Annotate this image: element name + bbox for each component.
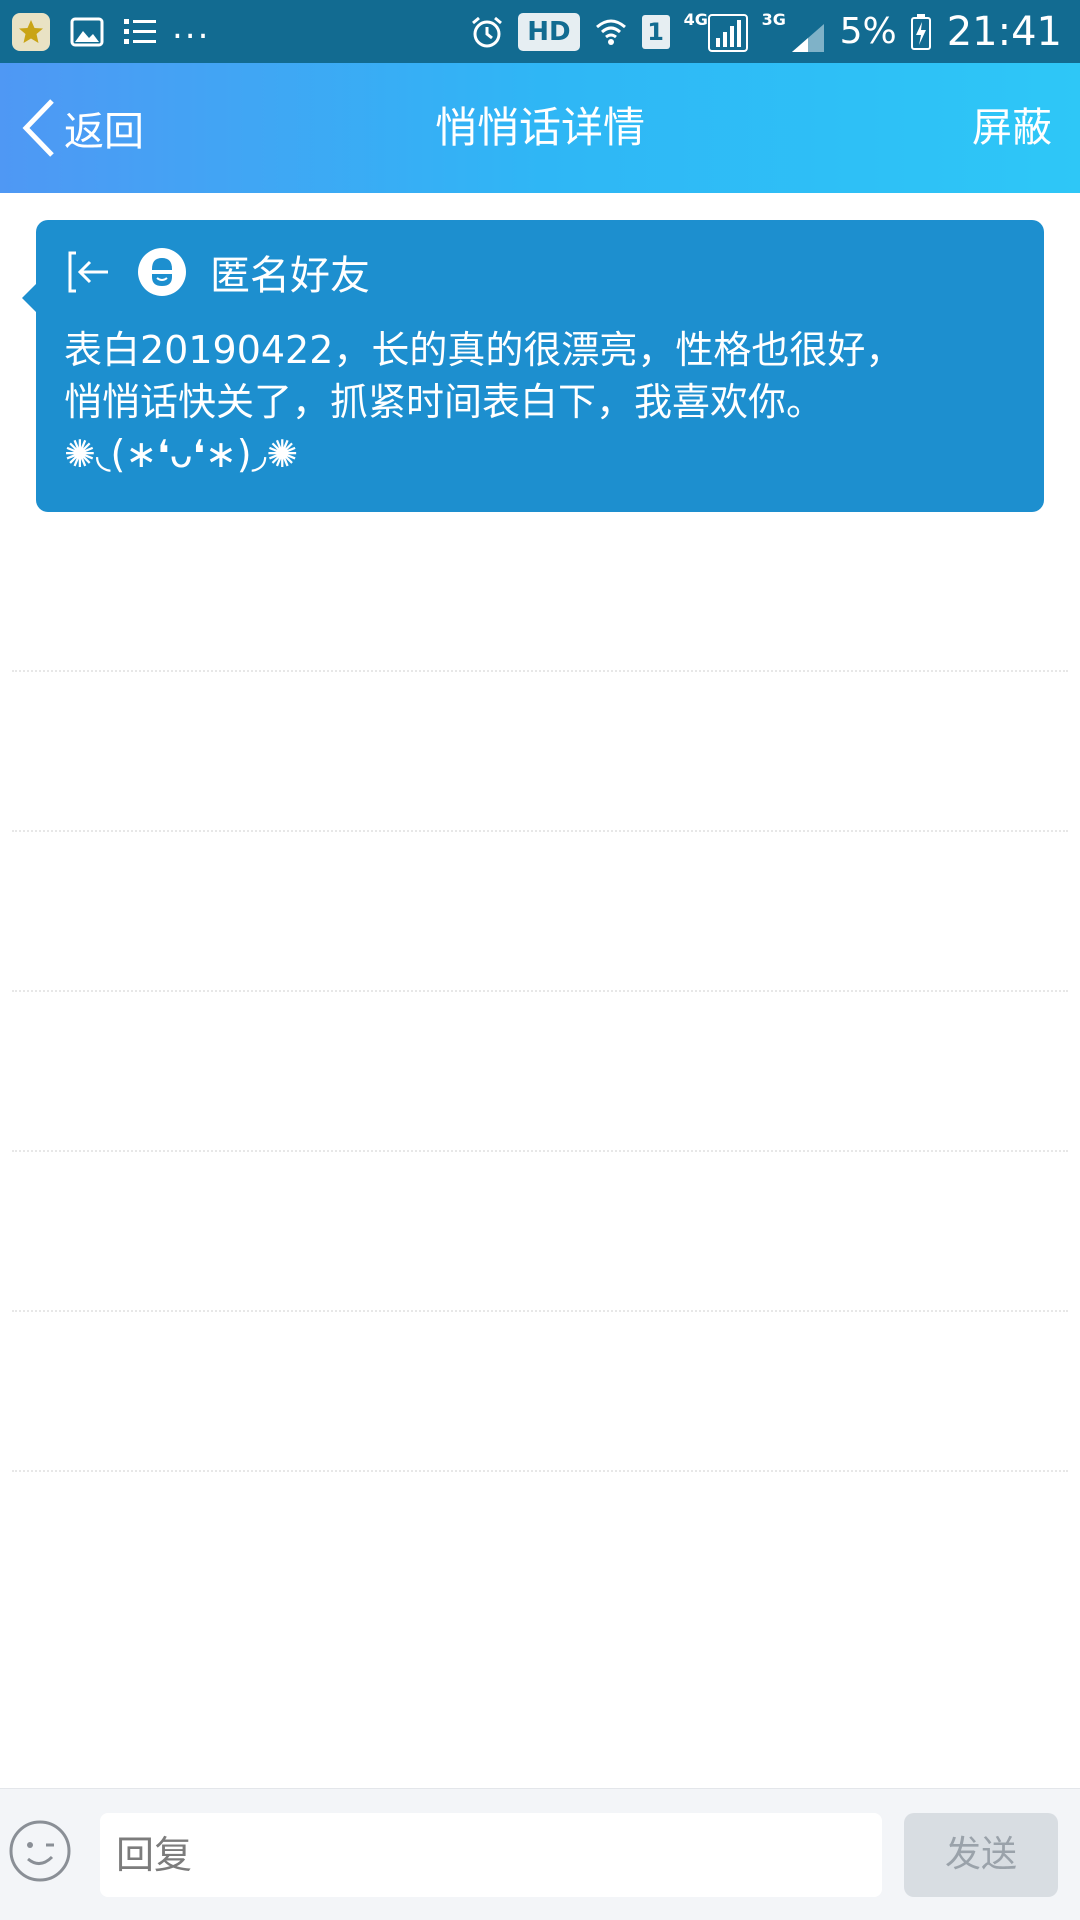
whisper-message-card: 匿名好友 表白20190422，长的真的很漂亮，性格也很好， 悄悄话快关了，抓紧… — [22, 220, 1044, 512]
clock: 21:41 — [946, 8, 1062, 55]
wifi-icon — [595, 19, 626, 45]
status-bar: ... HD 1 4G 3G 5% 21:41 — [0, 0, 1080, 63]
reply-input[interactable] — [100, 1813, 882, 1897]
title-bar: 返回 悄悄话详情 屏蔽 — [0, 63, 1080, 193]
app-star-icon — [12, 13, 50, 51]
block-button[interactable]: 屏蔽 — [972, 63, 1052, 193]
ruled-line — [12, 1150, 1068, 1152]
reply-composer: 发送 — [0, 1788, 1080, 1920]
send-button[interactable]: 发送 — [904, 1813, 1058, 1897]
ruled-line — [12, 990, 1068, 992]
hd-badge: HD — [518, 12, 580, 51]
signal-icon — [791, 23, 824, 52]
signal-3g: 3G — [762, 10, 826, 54]
battery-percentage: 5% — [839, 11, 897, 52]
ruled-line — [12, 1470, 1068, 1472]
more-notifications: ... — [172, 7, 211, 47]
signal-icon — [707, 13, 748, 52]
screen: ... HD 1 4G 3G 5% 21:41 返回 悄悄话详情 屏蔽 匿名好友… — [0, 0, 1080, 1920]
exit-arrow-icon[interactable] — [64, 247, 114, 297]
list-icon — [124, 19, 156, 44]
page-title: 悄悄话详情 — [434, 103, 645, 152]
message-text: 表白20190422，长的真的很漂亮，性格也很好， 悄悄话快关了，抓紧时间表白下… — [64, 328, 904, 476]
ruled-line — [12, 670, 1068, 672]
battery-charging-icon — [910, 13, 931, 50]
gallery-icon — [70, 17, 104, 47]
anonymous-avatar-icon — [138, 248, 186, 296]
system-indicators: HD 1 4G 3G 5% 21:41 — [456, 0, 1062, 63]
emoji-icon[interactable] — [8, 1819, 72, 1883]
ruled-line — [12, 830, 1068, 832]
signal-4g: 4G — [684, 10, 748, 54]
sender-name: 匿名好友 — [210, 253, 370, 299]
ruled-line — [12, 1310, 1068, 1312]
notification-icons: ... — [12, 10, 210, 54]
alarm-icon — [472, 16, 503, 47]
sim-badge: 1 — [641, 14, 670, 49]
network-type-label: 3G — [761, 9, 786, 29]
network-type-label: 4G — [683, 9, 708, 29]
card-header: 匿名好友 — [64, 246, 370, 299]
